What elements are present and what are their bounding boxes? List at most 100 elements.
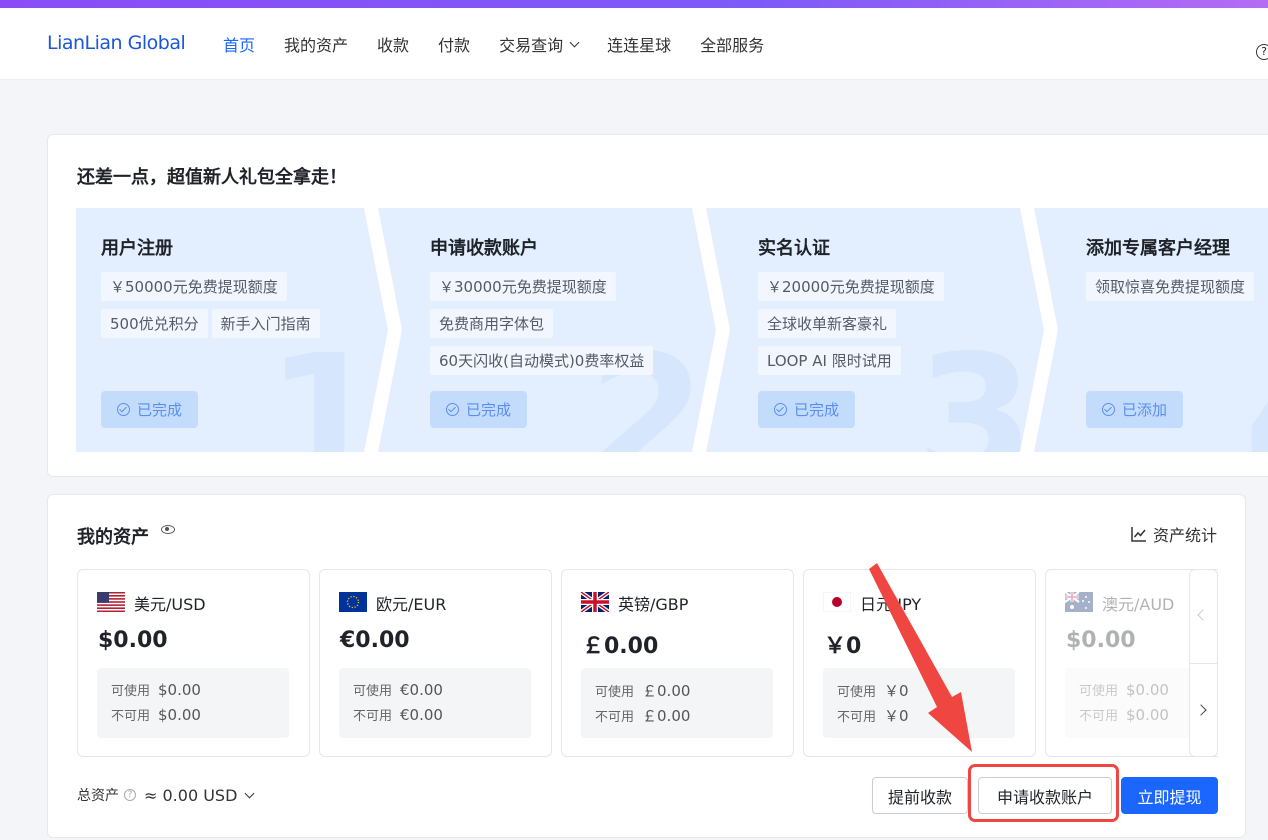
unavailable-label: 不可用: [595, 710, 635, 725]
unavailable-label: 不可用: [353, 709, 393, 724]
available-row: 可使用 €0.00: [353, 680, 443, 699]
carousel-pager: [1189, 569, 1218, 757]
unavailable-value: $0.00: [1126, 706, 1169, 724]
nav-label: 收款: [377, 36, 410, 55]
nav-item-planet[interactable]: 连连星球: [607, 32, 671, 56]
pager-divider: [1190, 663, 1217, 664]
benefit-tag[interactable]: 新手入门指南: [211, 309, 320, 338]
nav-item-receive[interactable]: 收款: [377, 32, 409, 56]
nav-item-home[interactable]: 首页: [223, 32, 255, 56]
available-label: 可使用: [111, 684, 151, 699]
unavailable-value: ￥0: [884, 707, 909, 725]
status-label: 已完成: [137, 401, 183, 419]
withdraw-button[interactable]: 立即提现: [1121, 777, 1218, 814]
chevron-down-icon[interactable]: [244, 788, 255, 798]
lianlian-logo[interactable]: LianLian Global: [47, 32, 186, 54]
step-real-name: 3 实名认证 ￥20000元免费提现额度 全球收单新客豪礼 LOOP AI 限时…: [706, 208, 1044, 452]
nav-label: 首页: [223, 36, 256, 55]
chevron-down-icon: [569, 37, 580, 47]
currency-amount: €0.00: [340, 628, 410, 653]
unavailable-row: 不可用 ￡0.00: [595, 705, 690, 726]
step-status-button[interactable]: 已添加: [1086, 391, 1184, 428]
nav-item-all-services[interactable]: 全部服务: [700, 32, 764, 56]
currency-name: 日元/JPY: [860, 595, 922, 614]
status-label: 已添加: [1122, 401, 1168, 419]
currency-carousel: 美元/USD $0.00 可使用 $0.00 不可用 $0.00 欧元/EUR €0…: [77, 569, 1218, 757]
chevron-left-icon[interactable]: [1197, 609, 1209, 621]
unavailable-label: 不可用: [111, 709, 151, 724]
nav-item-pay[interactable]: 付款: [438, 32, 470, 56]
currency-name: 欧元/EUR: [376, 595, 447, 614]
benefit-tag: 免费商用字体包: [430, 309, 554, 338]
check-circle-icon: [446, 403, 459, 416]
currency-breakdown: 可使用 ￡0.00 不可用 ￡0.00: [581, 668, 773, 738]
nav-item-my-assets[interactable]: 我的资产: [284, 32, 348, 56]
us-flag-icon: [97, 592, 125, 612]
check-circle-icon: [117, 403, 130, 416]
available-label: 可使用: [353, 684, 393, 699]
unavailable-value: ￡0.00: [642, 707, 691, 725]
benefit-tag: 500优兑积分: [101, 309, 208, 338]
unavailable-value: $0.00: [158, 706, 201, 724]
currency-card-gbp[interactable]: 英镑/GBP ￡0.00 可使用 ￡0.00 不可用 ￡0.00: [561, 569, 794, 757]
help-icon[interactable]: ?: [1256, 44, 1268, 60]
main-nav: 首页 我的资产 收款 付款 交易查询 连连星球 全部服务: [223, 32, 793, 56]
status-label: 已完成: [466, 401, 512, 419]
uk-flag-icon: [581, 592, 609, 612]
currency-breakdown: 可使用 $0.00 不可用 $0.00: [97, 668, 289, 738]
available-value: €0.00: [400, 681, 443, 699]
available-label: 可使用: [1079, 684, 1119, 699]
available-value: $0.00: [1126, 681, 1169, 699]
nav-label: 交易查询: [499, 36, 564, 55]
currency-name: 美元/USD: [134, 595, 206, 614]
step-tags: 领取惊喜免费提现额度: [1086, 272, 1268, 309]
benefit-tag: ￥20000元免费提现额度: [758, 272, 944, 301]
unavailable-row: 不可用 $0.00: [111, 705, 201, 724]
step-apply-account: 2 申请收款账户 ￥30000元免费提现额度 免费商用字体包 60天闪收(自动模…: [378, 208, 716, 452]
step-tags: ￥50000元免费提现额度 500优兑积分 新手入门指南: [101, 272, 371, 346]
step-title: 申请收款账户: [430, 238, 538, 259]
step-title: 添加专属客户经理: [1086, 238, 1230, 259]
nav-item-transactions[interactable]: 交易查询: [499, 32, 580, 56]
available-row: 可使用 ￡0.00: [595, 680, 690, 701]
onboarding-card: 还差一点，超值新人礼包全拿走！ 1 用户注册 ￥50000元免费提现额度 500…: [47, 134, 1268, 477]
total-label: 总资产: [77, 788, 119, 804]
step-tags: ￥20000元免费提现额度 全球收单新客豪礼 LOOP AI 限时试用: [758, 272, 1028, 383]
eu-flag-icon: [339, 592, 367, 612]
available-label: 可使用: [595, 685, 635, 700]
currency-name: 英镑/GBP: [618, 595, 689, 614]
step-status-button[interactable]: 已完成: [101, 391, 199, 428]
step-status-button[interactable]: 已完成: [758, 391, 856, 428]
unavailable-label: 不可用: [837, 710, 877, 725]
eye-icon[interactable]: [161, 525, 175, 534]
unavailable-row: 不可用 $0.00: [1079, 705, 1169, 724]
currency-card-usd[interactable]: 美元/USD $0.00 可使用 $0.00 不可用 $0.00: [77, 569, 310, 757]
step-account-manager: 4 添加专属客户经理 领取惊喜免费提现额度 已添加: [1034, 208, 1268, 452]
unavailable-row: 不可用 €0.00: [353, 705, 443, 724]
available-value: ￥0: [884, 682, 909, 700]
benefit-tag: ￥50000元免费提现额度: [101, 272, 287, 301]
currency-card-eur[interactable]: 欧元/EUR €0.00 可使用 €0.00 不可用 €0.00: [319, 569, 552, 757]
question-icon[interactable]: ?: [124, 789, 136, 801]
check-circle-icon: [1102, 403, 1115, 416]
total-value: ≈ 0.00 USD: [144, 785, 238, 805]
chevron-right-icon[interactable]: [1195, 704, 1207, 716]
currency-amount: $0.00: [98, 628, 168, 653]
available-row: 可使用 $0.00: [111, 680, 201, 699]
asset-stats-link[interactable]: 资产统计: [1131, 522, 1217, 546]
currency-card-jpy[interactable]: 日元/JPY ￥0 可使用 ￥0 不可用 ￥0: [803, 569, 1036, 757]
stats-label: 资产统计: [1152, 526, 1217, 545]
available-row: 可使用 $0.00: [1079, 680, 1169, 699]
step-tags: ￥30000元免费提现额度 免费商用字体包 60天闪收(自动模式)0费率权益: [430, 272, 700, 383]
step-status-button[interactable]: 已完成: [430, 391, 528, 428]
advance-receive-button[interactable]: 提前收款: [872, 777, 968, 814]
nav-label: 连连星球: [607, 36, 672, 55]
unavailable-row: 不可用 ￥0: [837, 705, 909, 726]
nav-label: 我的资产: [284, 36, 349, 55]
available-value: $0.00: [158, 681, 201, 699]
step-title: 实名认证: [758, 238, 830, 259]
step-number: 1: [266, 319, 385, 477]
benefit-tag: ￥30000元免费提现额度: [430, 272, 616, 301]
currency-amount: $0.00: [1066, 628, 1136, 653]
step-number: 4: [1244, 333, 1268, 452]
